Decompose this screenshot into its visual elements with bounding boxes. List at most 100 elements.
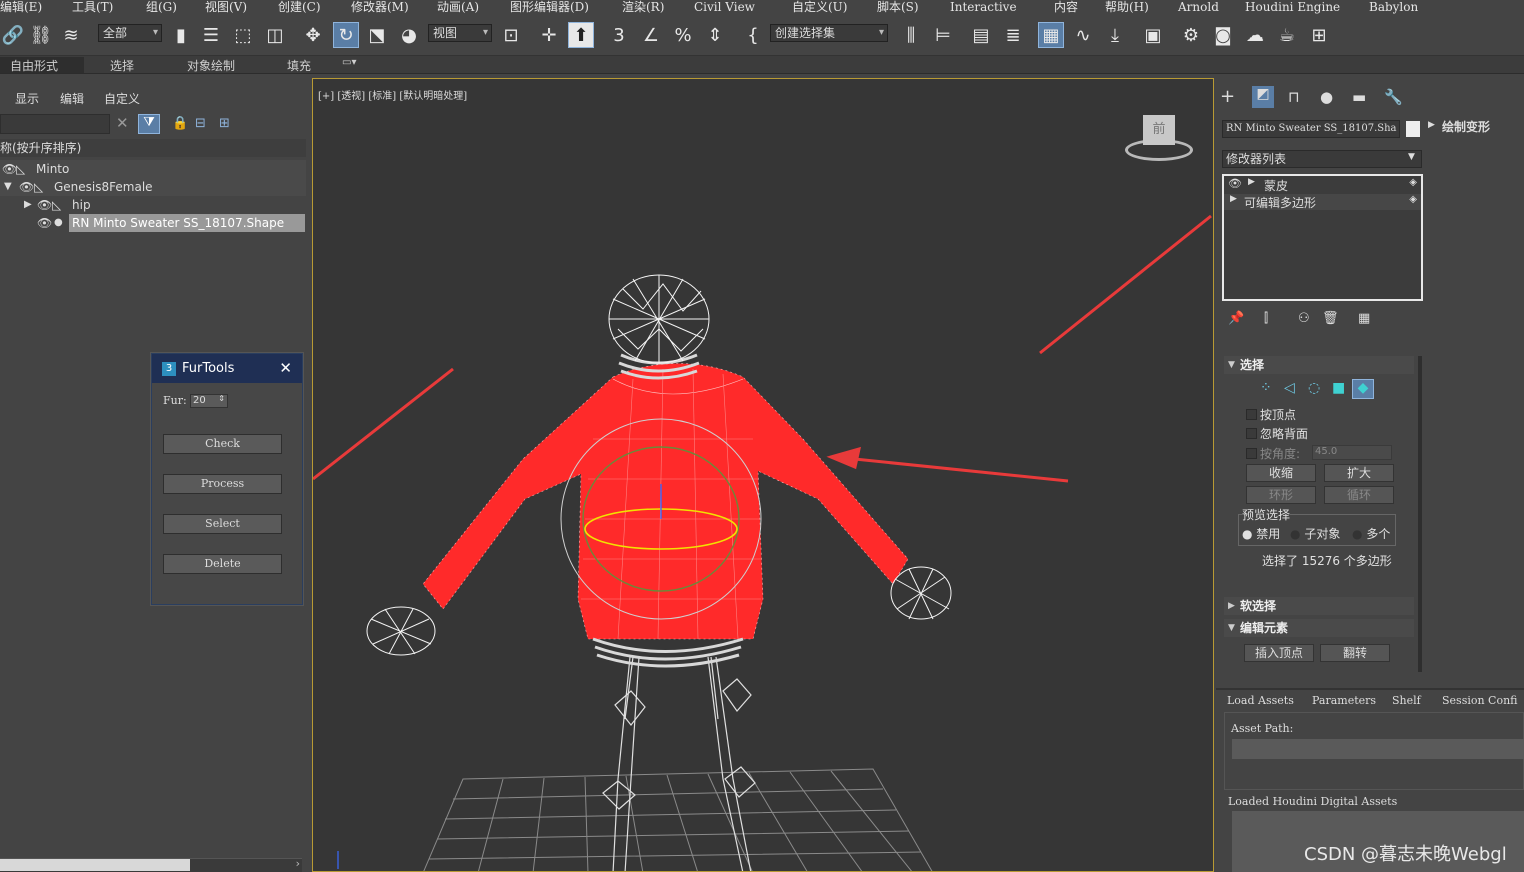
ring-button[interactable]: 环形 [1246, 486, 1316, 504]
grow-button[interactable]: 扩大 [1324, 464, 1394, 482]
menu-create[interactable]: 创建(C) [278, 0, 321, 15]
link-icon[interactable]: 🔗 [0, 22, 26, 48]
element-mode-icon[interactable]: ◆ [1352, 379, 1374, 399]
preview-radio-disabled[interactable]: ● 禁用 [1242, 525, 1280, 542]
menu-animation[interactable]: 动画(A) [437, 0, 479, 15]
angle-snap-icon[interactable]: ∠ [638, 22, 664, 48]
menu-arnold[interactable]: Arnold [1178, 0, 1219, 15]
perspective-viewport[interactable]: [+] [透视] [标准] [默认明暗处理] 前 [312, 78, 1214, 872]
object-name-field[interactable]: RN Minto Sweater SS_18107.Sha [1222, 120, 1400, 138]
explorer-horizontal-scrollbar[interactable]: › [0, 857, 302, 872]
hierarchy-tab-icon[interactable]: ⊓ [1288, 88, 1300, 106]
menu-customize[interactable]: 自定义(U) [792, 0, 847, 15]
select-button[interactable]: Select [163, 514, 282, 534]
check-button[interactable]: Check [163, 434, 282, 454]
ribbon-tab-freeform[interactable]: 自由形式 [0, 57, 84, 73]
show-end-result-icon[interactable]: ⫿ [1264, 311, 1268, 326]
expand-arrow-icon[interactable]: ▶ [24, 196, 32, 214]
rect-selection-icon[interactable]: ⬚ [230, 22, 256, 48]
vertex-mode-icon[interactable]: ⁘ [1260, 380, 1272, 396]
soft-selection-rollout-header[interactable]: 软选择 [1224, 597, 1414, 615]
ribbon-tab-object-paint[interactable]: 对象绘制 [187, 57, 235, 74]
ribbon-tab-populate[interactable]: 填充 [287, 57, 311, 74]
mirror-icon[interactable]: ⫼ [898, 22, 924, 48]
paint-deform-label[interactable]: 绘制变形 [1442, 118, 1490, 135]
layer-icon[interactable]: ⊞ [219, 116, 230, 131]
curve-editor-icon[interactable]: ∿ [1070, 22, 1096, 48]
furtools-titlebar[interactable]: 3 FurTools ✕ [152, 354, 302, 383]
create-tab-icon[interactable]: + [1220, 86, 1235, 107]
menu-content[interactable]: 内容 [1054, 0, 1078, 15]
edge-mode-icon[interactable]: ◁ [1284, 380, 1295, 396]
edit-elements-rollout-header[interactable]: 编辑元素 [1224, 619, 1414, 637]
expand-arrow-icon[interactable]: ▶ [1230, 194, 1237, 204]
houdini-tab-parameters[interactable]: Parameters [1312, 694, 1376, 707]
by-vertex-checkbox[interactable] [1246, 409, 1257, 420]
spinner-snap-icon[interactable]: ⇕ [702, 22, 728, 48]
pin-stack-icon[interactable]: 📌 [1228, 311, 1244, 326]
visibility-eye-icon[interactable]: 👁 [37, 214, 52, 232]
make-unique-icon[interactable]: ⚇ [1298, 311, 1310, 326]
ignore-backfacing-checkbox[interactable] [1246, 428, 1257, 439]
menu-edit[interactable]: 编辑(E) [0, 0, 42, 15]
shrink-button[interactable]: 收缩 [1246, 464, 1316, 482]
menu-view[interactable]: 视图(V) [205, 0, 247, 15]
render-cloud-icon[interactable]: ⊞ [1306, 22, 1332, 48]
stack-item-editable-poly[interactable]: ▶ 可编辑多边形 ◈ [1224, 194, 1421, 210]
visibility-eye-icon[interactable]: 👁 [19, 178, 34, 196]
reference-coord-dropdown[interactable]: 视图 [428, 24, 492, 42]
selection-rollout-header[interactable]: 选择 [1224, 356, 1414, 374]
border-mode-icon[interactable]: ◌ [1308, 380, 1320, 396]
menu-tools[interactable]: 工具(T) [72, 0, 113, 15]
schematic-view-icon[interactable]: ⤓ [1102, 22, 1128, 48]
visibility-eye-icon[interactable]: 👁 [2, 160, 17, 178]
menu-help[interactable]: 帮助(H) [1105, 0, 1149, 15]
polygon-mode-icon[interactable]: ■ [1332, 380, 1345, 396]
spinner-arrows-icon[interactable]: ⇕ [218, 394, 225, 403]
render-production-icon[interactable]: ☁ [1242, 22, 1268, 48]
menu-interactive[interactable]: Interactive [950, 0, 1017, 15]
align-icon[interactable]: ⊨ [930, 22, 956, 48]
preview-radio-subobject[interactable]: ● 子对象 [1290, 525, 1340, 542]
modifier-stack[interactable]: 👁 ▶ 蒙皮 ◈ ▶ 可编辑多边形 ◈ [1222, 174, 1423, 301]
loop-button[interactable]: 循环 [1324, 486, 1394, 504]
menu-scripting[interactable]: 脚本(S) [877, 0, 919, 15]
menu-civil-view[interactable]: Civil View [694, 0, 755, 15]
tree-item-genesis8female[interactable]: ▼ 👁 ◺ Genesis8Female [0, 178, 306, 196]
edit-named-sets-icon[interactable]: { [740, 22, 766, 48]
modify-tab-icon[interactable]: ◩ [1252, 86, 1274, 108]
selection-filter-dropdown[interactable]: 全部 [98, 24, 162, 42]
select-manipulate-icon[interactable]: ✛ [536, 22, 562, 48]
scrollbar-thumb[interactable] [0, 859, 190, 871]
tree-item-hip[interactable]: ▶ 👁 ◺ hip [0, 196, 306, 214]
explorer-search-input[interactable] [0, 114, 110, 134]
ribbon-tab-selection[interactable]: 选择 [110, 57, 134, 74]
filter-icon[interactable]: ⧩ [138, 114, 160, 134]
render-setup-icon[interactable]: ⚙ [1178, 22, 1204, 48]
rendered-frame-icon[interactable]: ◙ [1210, 22, 1236, 48]
visibility-eye-icon[interactable]: 👁 [37, 196, 52, 214]
material-editor-icon[interactable]: ▣ [1140, 22, 1166, 48]
fur-spinner[interactable]: 20 ⇕ [190, 394, 228, 408]
viewcube-face[interactable]: 前 [1143, 115, 1175, 145]
houdini-tab-load-assets[interactable]: Load Assets [1227, 694, 1294, 707]
tree-item-minto[interactable]: 👁 ◺ Minto [0, 160, 306, 178]
flip-button[interactable]: 翻转 [1320, 644, 1390, 662]
collapse-arrow-icon[interactable]: ▼ [4, 178, 12, 196]
viewcube[interactable]: 前 [1119, 109, 1197, 169]
menu-modifiers[interactable]: 修改器(M) [351, 0, 409, 15]
process-button[interactable]: Process [163, 474, 282, 494]
insert-vertex-button[interactable]: 插入顶点 [1244, 644, 1314, 662]
select-by-name-icon[interactable]: ☰ [198, 22, 224, 48]
utilities-tab-icon[interactable]: 🔧 [1384, 88, 1403, 106]
menu-group[interactable]: 组(G) [146, 0, 177, 15]
move-icon[interactable]: ✥ [300, 22, 326, 48]
scale-icon[interactable]: ⬔ [364, 22, 390, 48]
lock-icon[interactable]: 🔒 [172, 116, 188, 131]
scroll-right-icon[interactable]: › [296, 857, 300, 870]
render-iterative-icon[interactable]: ☕ [1274, 22, 1300, 48]
object-color-swatch[interactable] [1406, 121, 1420, 137]
by-angle-checkbox[interactable] [1246, 448, 1257, 459]
select-object-icon[interactable]: ▮ [168, 22, 194, 48]
chevron-down-icon[interactable]: ▼ [1408, 152, 1415, 162]
